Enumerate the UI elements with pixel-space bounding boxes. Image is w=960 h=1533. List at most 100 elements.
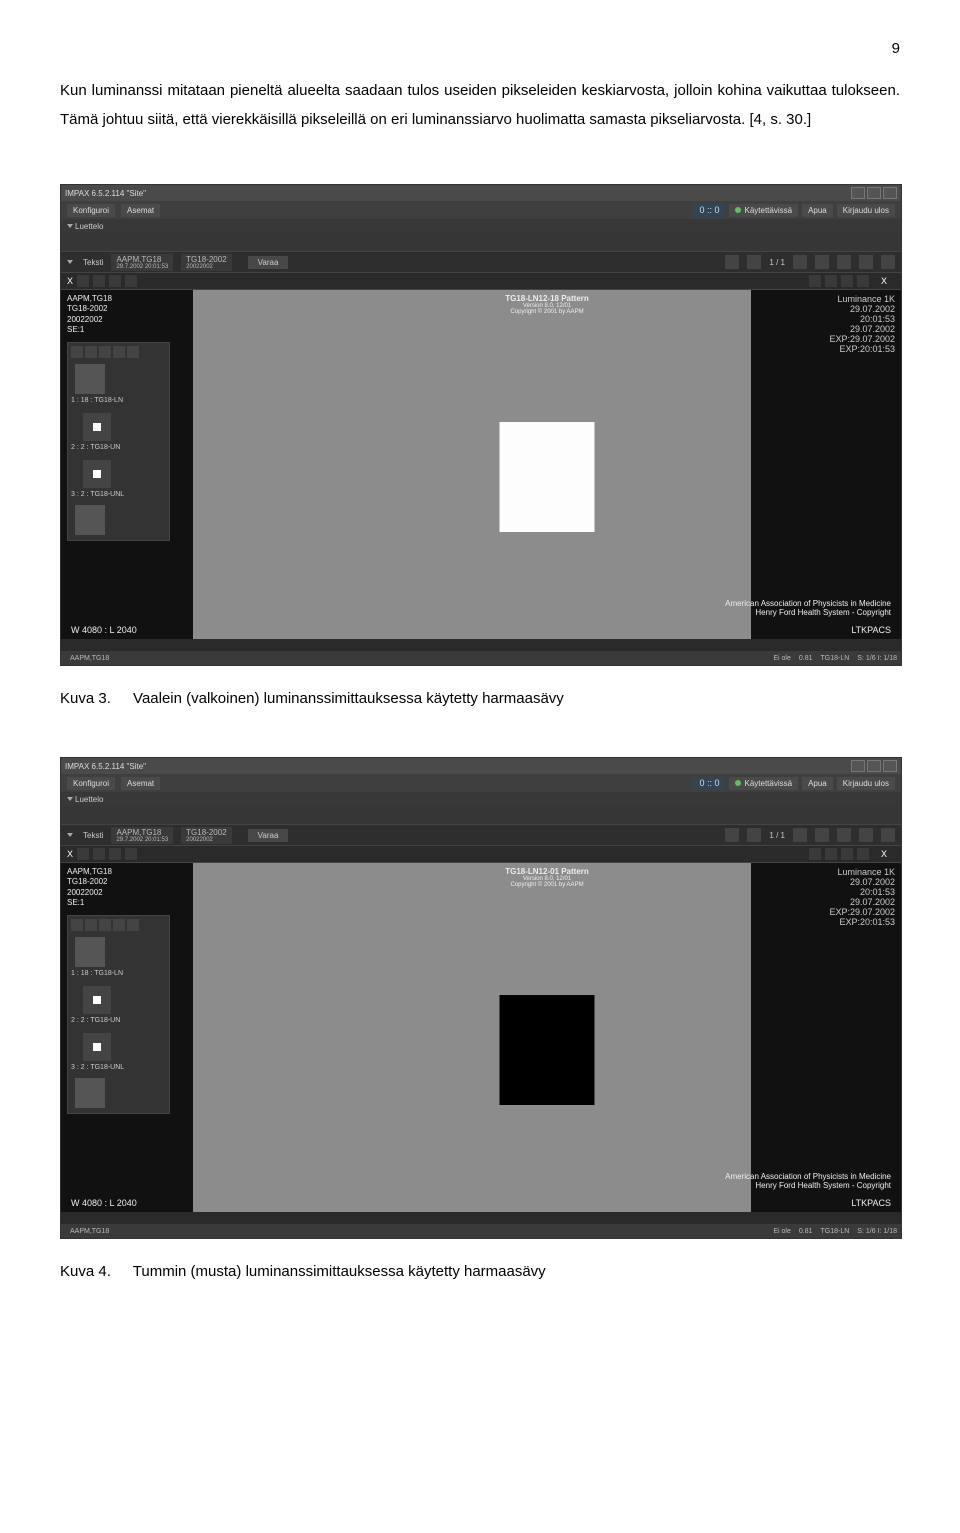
tool-icon[interactable] <box>815 828 829 842</box>
close-icon[interactable] <box>883 760 897 772</box>
copyright-text: American Association of Physicists in Me… <box>725 1172 891 1190</box>
thumbnail[interactable] <box>75 505 105 535</box>
tool-icon[interactable] <box>125 275 137 287</box>
app-window-white: IMPAX 6.5.2.114 "Site" Konfiguroi Asemat… <box>60 184 902 666</box>
minimize-icon[interactable] <box>851 760 865 772</box>
tool-icon[interactable] <box>815 255 829 269</box>
tool-icon[interactable] <box>841 275 853 287</box>
thumbnail[interactable] <box>75 364 105 394</box>
tool-icon[interactable] <box>725 255 739 269</box>
window-controls[interactable] <box>851 187 897 199</box>
loop-icon[interactable] <box>127 346 139 358</box>
study-chip[interactable]: AAPM,TG18 29.7.2002 20:01:53 <box>111 827 173 844</box>
x-icon[interactable]: X <box>881 276 887 286</box>
tool-icon[interactable] <box>825 848 837 860</box>
x-icon[interactable]: X <box>881 849 887 859</box>
thumb-label: 3 : 2 : TG18-UNL <box>71 1063 166 1072</box>
image-viewer[interactable]: TG18-LN12-18 Pattern Version 8.0, 12/01 … <box>193 290 901 642</box>
icon-row: X X <box>61 846 901 863</box>
menu-help-button[interactable]: Apua <box>802 204 833 217</box>
tool-icon[interactable] <box>841 848 853 860</box>
menu-asemat-button[interactable]: Asemat <box>121 204 160 217</box>
teksti-label[interactable]: Teksti <box>83 258 103 267</box>
pattern-title: TG18-LN12-18 Pattern Version 8.0, 12/01 … <box>505 294 589 315</box>
tool-icon[interactable] <box>859 255 873 269</box>
thumbnail[interactable] <box>83 986 111 1014</box>
play-icon[interactable] <box>85 919 97 931</box>
image-viewer[interactable]: TG18-LN12-01 Pattern Version 8.0, 12/01 … <box>193 863 901 1215</box>
tool-icon[interactable] <box>837 255 851 269</box>
thumbnail[interactable] <box>83 460 111 488</box>
luminance-patch-white <box>500 422 595 532</box>
varaa-button[interactable]: Varaa <box>248 829 289 842</box>
tool-icon[interactable] <box>77 848 89 860</box>
next-icon[interactable] <box>99 919 111 931</box>
tool-icon[interactable] <box>809 848 821 860</box>
figure-4-caption: Kuva 4. Tummin (musta) luminanssimittauk… <box>60 1263 900 1280</box>
tool-icon[interactable] <box>93 848 105 860</box>
thumbnail[interactable] <box>83 1033 111 1061</box>
close-icon[interactable] <box>883 187 897 199</box>
next-icon[interactable] <box>99 346 111 358</box>
tool-icon[interactable] <box>857 275 869 287</box>
tool-icon[interactable] <box>881 828 895 842</box>
menu-logout-button[interactable]: Kirjaudu ulos <box>837 777 895 790</box>
minimize-icon[interactable] <box>851 187 865 199</box>
status-text: TG18-LN <box>821 1228 850 1235</box>
menu-available-button[interactable]: Käytettävissä <box>729 777 798 790</box>
status-text: 0.81 <box>799 655 813 662</box>
end-icon[interactable] <box>113 919 125 931</box>
tool-icon[interactable] <box>747 255 761 269</box>
menu-asemat-button[interactable]: Asemat <box>121 777 160 790</box>
menu-konfiguroi-button[interactable]: Konfiguroi <box>67 204 115 217</box>
tool-icon[interactable] <box>93 275 105 287</box>
study-chip[interactable]: TG18-2002 20022002 <box>181 827 231 844</box>
maximize-icon[interactable] <box>867 760 881 772</box>
loop-icon[interactable] <box>127 919 139 931</box>
caption-label: Kuva 3. <box>60 690 111 707</box>
tool-icon[interactable] <box>109 848 121 860</box>
counter-badge: 0 :: 0 <box>693 204 725 217</box>
tool-icon[interactable] <box>837 828 851 842</box>
tool-icon[interactable] <box>825 275 837 287</box>
menu-help-button[interactable]: Apua <box>802 777 833 790</box>
thumbnail[interactable] <box>75 937 105 967</box>
window-controls[interactable] <box>851 760 897 772</box>
x-icon[interactable]: X <box>67 849 73 859</box>
x-icon[interactable]: X <box>67 276 73 286</box>
prev-icon[interactable] <box>71 919 83 931</box>
menu-available-button[interactable]: Käytettävissä <box>729 204 798 217</box>
end-icon[interactable] <box>113 346 125 358</box>
study-meta: AAPM,TG18 TG18-2002 20022002 SE:1 <box>67 294 187 336</box>
tool-icon[interactable] <box>809 275 821 287</box>
chevron-down-icon <box>67 833 73 837</box>
figure-3: IMPAX 6.5.2.114 "Site" Konfiguroi Asemat… <box>60 184 900 666</box>
subheader-label[interactable]: Luettelo <box>75 795 103 804</box>
tool-icon[interactable] <box>881 255 895 269</box>
maximize-icon[interactable] <box>867 187 881 199</box>
thumbnail[interactable] <box>75 1078 105 1108</box>
prev-icon[interactable] <box>71 346 83 358</box>
tool-icon[interactable] <box>793 828 807 842</box>
teksti-label[interactable]: Teksti <box>83 831 103 840</box>
tool-icon[interactable] <box>109 275 121 287</box>
play-icon[interactable] <box>85 346 97 358</box>
menu-logout-button[interactable]: Kirjaudu ulos <box>837 204 895 217</box>
tool-icon[interactable] <box>859 828 873 842</box>
study-chip[interactable]: TG18-2002 20022002 <box>181 254 231 271</box>
status-tag: AAPM,TG18 <box>65 1227 114 1236</box>
study-chip[interactable]: AAPM,TG18 29.7.2002 20:01:53 <box>111 254 173 271</box>
chevron-down-icon <box>67 797 73 801</box>
varaa-button[interactable]: Varaa <box>248 256 289 269</box>
subheader-bar: Luettelo <box>61 219 901 233</box>
tool-icon[interactable] <box>747 828 761 842</box>
tool-icon[interactable] <box>725 828 739 842</box>
tool-icon[interactable] <box>857 848 869 860</box>
tool-icon[interactable] <box>77 275 89 287</box>
subheader-label[interactable]: Luettelo <box>75 222 103 231</box>
tool-icon[interactable] <box>793 255 807 269</box>
tool-icon[interactable] <box>125 848 137 860</box>
thumbnail[interactable] <box>83 413 111 441</box>
body-paragraph: Kun luminanssi mitataan pieneltä alueelt… <box>60 77 900 134</box>
menu-konfiguroi-button[interactable]: Konfiguroi <box>67 777 115 790</box>
